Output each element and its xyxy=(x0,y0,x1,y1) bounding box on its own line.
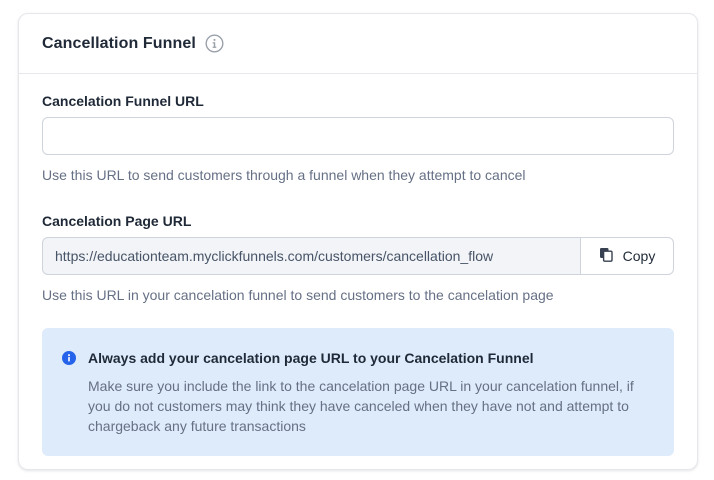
page-url-input-group: https://educationteam.myclickfunnels.com… xyxy=(42,237,674,275)
cancellation-funnel-card: Cancellation Funnel Cancelation Funnel U… xyxy=(18,13,698,470)
funnel-url-input[interactable] xyxy=(42,117,674,155)
page-url-help: Use this URL in your cancelation funnel … xyxy=(42,287,554,303)
card-title: Cancellation Funnel xyxy=(42,34,196,52)
card-body: Cancelation Funnel URL Use this URL to s… xyxy=(19,74,697,456)
funnel-url-help: Use this URL to send customers through a… xyxy=(42,167,526,183)
funnel-url-label: Cancelation Funnel URL xyxy=(42,93,204,109)
info-circle-solid-icon xyxy=(62,351,76,365)
page-url-field: Cancelation Page URL https://educationte… xyxy=(42,213,674,303)
alert-text: Make sure you include the link to the ca… xyxy=(88,378,634,434)
info-alert: Always add your cancelation page URL to … xyxy=(42,328,674,456)
card-header: Cancellation Funnel xyxy=(19,14,697,74)
funnel-url-field: Cancelation Funnel URL Use this URL to s… xyxy=(42,93,674,183)
page-url-label: Cancelation Page URL xyxy=(42,213,192,229)
copy-icon xyxy=(599,247,613,265)
info-circle-outline-icon[interactable] xyxy=(205,34,224,53)
copy-button[interactable]: Copy xyxy=(580,237,674,275)
copy-button-label: Copy xyxy=(622,248,656,264)
page-url-readonly-input[interactable]: https://educationteam.myclickfunnels.com… xyxy=(42,237,580,275)
alert-title: Always add your cancelation page URL to … xyxy=(88,350,534,366)
alert-content: Always add your cancelation page URL to … xyxy=(88,350,648,456)
